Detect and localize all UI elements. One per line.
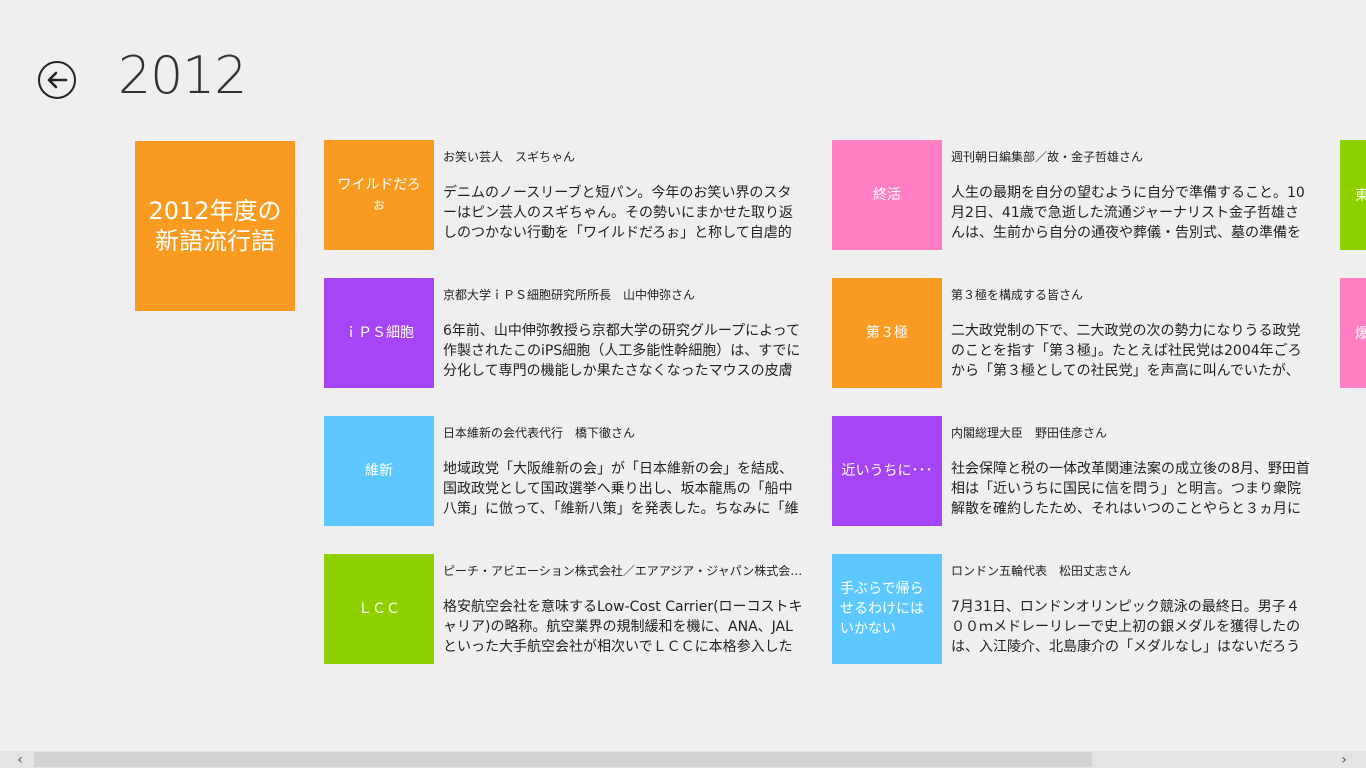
item-tile: ＬＣＣ xyxy=(324,554,434,664)
scroll-right-arrow-icon[interactable]: › xyxy=(1334,751,1354,768)
item-description: 6年前、山中伸弥教授ら京都大学の研究グループによって作製されたこのiPS細胞（人… xyxy=(443,323,801,379)
list-item[interactable]: ワイルドだろぉ お笑い芸人 スギちゃんデニムのノースリーブと短パン。今年のお笑い界… xyxy=(324,140,804,250)
item-description: 地域政党「大阪維新の会」が「日本維新の会」を結成、国政政党として国政選挙へ乗り出… xyxy=(443,461,799,517)
list-item[interactable]: ＬＣＣ ピーチ・アビエーション株式会社／エアアジア・ジャパン株式会社／ジェットス…… xyxy=(324,554,804,664)
peek-tile-label: 爆 xyxy=(1355,326,1366,342)
item-person: 京都大学ｉＰＳ細胞研究所所長 山中伸弥さん xyxy=(443,288,696,302)
item-person: 第３極を構成する皆さん xyxy=(951,288,1084,302)
back-button[interactable] xyxy=(38,61,76,99)
item-description: デニムのノースリーブと短パン。今年のお笑い界のスターはピン芸人のスギちゃん。その… xyxy=(443,185,793,241)
hero-tile[interactable]: 2012年度の新語流行語 xyxy=(135,141,295,311)
list-item[interactable]: 第３極 第３極を構成する皆さん二大政党制の下で、二大政党の次の勢力になりうる政党の… xyxy=(832,278,1312,388)
peek-tile[interactable]: 東 xyxy=(1340,140,1366,250)
item-person: 週刊朝日編集部／故・金子哲雄さん xyxy=(951,150,1144,164)
item-description: 二大政党制の下で、二大政党の次の勢力になりうる政党のことを指す「第３極」。たとえ… xyxy=(951,323,1302,379)
item-description: 格安航空会社を意味するLow-Cost Carrier(ローコストキャリア)の略… xyxy=(443,599,803,655)
item-tile: 第３極 xyxy=(832,278,942,388)
item-tile: 維新 xyxy=(324,416,434,526)
item-person: ピーチ・アビエーション株式会社／エアアジア・ジャパン株式会社／ジェットス… xyxy=(443,564,803,578)
peek-tile-label: 東 xyxy=(1355,188,1366,204)
list-item[interactable]: 手ぶらで帰らせるわけにはいかない ロンドン五輪代表 松田丈志さん 7月31日、ロンド… xyxy=(832,554,1312,664)
list-item[interactable]: 終活 週刊朝日編集部／故・金子哲雄さん人生の最期を自分の望むように自分で準備するこ… xyxy=(832,140,1312,250)
item-tile: ワイルドだろぉ xyxy=(324,140,434,250)
item-tile: ｉＰＳ細胞 xyxy=(324,278,434,388)
hero-label: 2012年度の新語流行語 xyxy=(148,197,282,255)
item-description: 社会保障と税の一体改革関連法案の成立後の8月、野田首相は「近いうちに国民に信を問… xyxy=(951,461,1310,517)
item-person: 内閣総理大臣 野田佳彦さん xyxy=(951,426,1108,440)
scroll-left-arrow-icon[interactable]: ‹ xyxy=(10,751,30,768)
item-person: 日本維新の会代表代行 橋下徹さん xyxy=(443,426,636,440)
scroll-thumb[interactable] xyxy=(34,752,1092,767)
list-item[interactable]: ｉＰＳ細胞 京都大学ｉＰＳ細胞研究所所長 山中伸弥さん 6年前、山中伸弥教授ら京都大… xyxy=(324,278,804,388)
list-item[interactable]: 維新 日本維新の会代表代行 橋下徹さん地域政党「大阪維新の会」が「日本維新の会」を… xyxy=(324,416,804,526)
page-title: 2012 xyxy=(118,46,247,106)
item-tile: 終活 xyxy=(832,140,942,250)
item-person: ロンドン五輪代表 松田丈志さん xyxy=(951,564,1132,578)
item-tile: 手ぶらで帰らせるわけにはいかない xyxy=(832,554,942,664)
list-item[interactable]: 近いうちに･･･ 内閣総理大臣 野田佳彦さん社会保障と税の一体改革関連法案の成立後… xyxy=(832,416,1312,526)
horizontal-scrollbar[interactable]: ‹ › xyxy=(0,751,1366,768)
peek-tile[interactable]: 爆 xyxy=(1340,278,1366,388)
arrow-left-icon xyxy=(47,71,68,89)
item-tile: 近いうちに･･･ xyxy=(832,416,942,526)
item-description: 7月31日、ロンドンオリンピック競泳の最終日。男子４００ｍメドレーリレーで史上初… xyxy=(951,599,1301,655)
item-description: 人生の最期を自分の望むように自分で準備すること。10月2日、41歳で急逝した流通… xyxy=(951,185,1305,241)
item-person: お笑い芸人 スギちゃん xyxy=(443,150,576,164)
